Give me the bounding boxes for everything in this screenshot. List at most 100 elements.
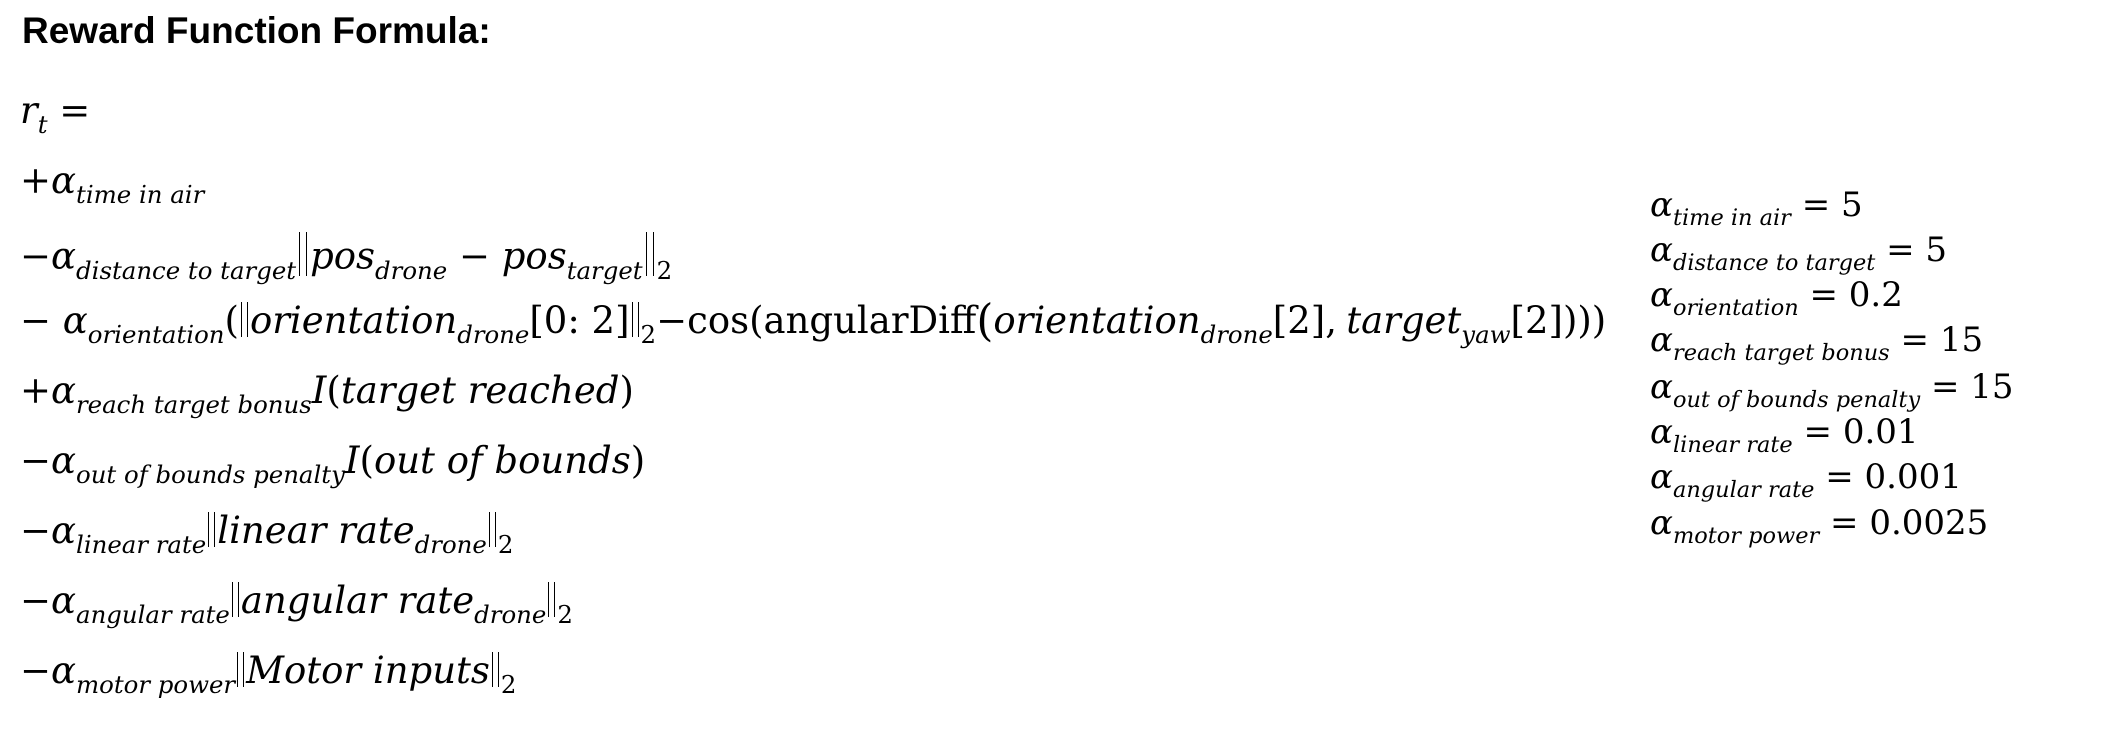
parameter-distance-to-target: αdistance to target = 5 (1650, 230, 1948, 275)
norm-bar-open (208, 512, 216, 548)
parameter-subscript: orientation (1672, 295, 1799, 322)
equals-sign: = (1825, 457, 1854, 497)
indicator-function: I (344, 439, 360, 482)
term-sign: + (20, 369, 52, 412)
index-term: [2] (1510, 299, 1563, 342)
norm-bar-open (237, 652, 245, 688)
indicator-function: I (311, 369, 327, 412)
parameter-value: 0.2 (1848, 275, 1903, 315)
formula-line-out-of-bounds: −αout of bounds penaltyI(out of bounds) (20, 439, 645, 487)
cos-function: cos (687, 299, 750, 342)
norm-bar-open (299, 232, 308, 277)
norm-bar-open (240, 302, 248, 338)
parameter-subscript: reach target bonus (1672, 340, 1890, 367)
equals-sign: = (1930, 367, 1960, 407)
formula-line-reach-target: +αreach target bonusI(target reached) (20, 369, 634, 417)
equals-sign: = (1900, 320, 1930, 360)
linear-rate-term: linear rate (217, 509, 415, 552)
equals-sign: = (1809, 275, 1838, 315)
close-parens: ))) (1562, 299, 1607, 342)
alpha-subscript: angular rate (76, 600, 230, 630)
norm-subscript: 2 (500, 670, 517, 700)
angular-diff-function: angularDiff (763, 299, 977, 342)
norm-subscript: 2 (656, 255, 673, 285)
equals-sign: = (1803, 412, 1833, 452)
parameter-list: αtime in air = 5 αdistance to target = 5… (1650, 0, 2090, 736)
alpha-subscript: distance to target (76, 255, 297, 285)
norm-bar-close (491, 652, 499, 688)
formula-line-orientation: − αorientation(orientationdrone[0: 2] 2−c… (20, 299, 1607, 347)
parameter-value: 0.001 (1864, 457, 1962, 497)
alpha-subscript: orientation (87, 320, 225, 350)
parameter-subscript: linear rate (1672, 432, 1793, 459)
angular-rate-term: angular rate (240, 579, 475, 622)
alpha-symbol: α (51, 649, 77, 692)
alpha-symbol: α (51, 234, 77, 278)
equals-sign: = (1886, 230, 1915, 270)
index-term: [2], (1272, 299, 1337, 342)
open-paren-large: ( (976, 295, 994, 347)
indicator-argument: out of bounds (373, 439, 631, 482)
norm-bar-close (631, 302, 639, 338)
alpha-symbol: α (51, 159, 77, 202)
formula-line-angular-rate: −αangular rate angular ratedrone 2 (20, 579, 573, 627)
alpha-subscript: out of bounds penalty (76, 460, 345, 490)
term-sign: − (20, 649, 52, 692)
norm-subscript: 2 (640, 320, 657, 350)
parameter-linear-rate: αlinear rate = 0.01 (1650, 412, 1919, 457)
alpha-subscript: motor power (76, 670, 236, 700)
alpha-symbol: α (51, 439, 77, 482)
alpha-subscript: reach target bonus (76, 390, 312, 420)
alpha-symbol: α (1650, 367, 1673, 407)
parameter-value: 0.01 (1842, 412, 1919, 452)
orientation-subscript: drone (457, 320, 530, 350)
parameter-motor-power: αmotor power = 0.0025 (1650, 503, 1988, 548)
parameter-orientation: αorientation = 0.2 (1650, 275, 1903, 320)
formula-line-linear-rate: −αlinear rate linear ratedrone 2 (20, 509, 513, 557)
norm-bar-close (645, 232, 654, 277)
parameter-time-in-air: αtime in air = 5 (1650, 185, 1863, 230)
term-sign: − (20, 439, 52, 482)
term-sign: + (20, 159, 52, 202)
equals-sign: = (1801, 185, 1831, 225)
equals-sign: = (1830, 503, 1859, 543)
alpha-subscript: time in air (76, 180, 205, 210)
parameter-angular-rate: αangular rate = 0.001 (1650, 457, 1962, 502)
alpha-symbol: α (1650, 320, 1673, 360)
parameter-value: 5 (1841, 185, 1863, 225)
linear-rate-subscript: drone (414, 530, 487, 560)
alpha-symbol: α (1650, 185, 1673, 225)
alpha-symbol: α (1650, 412, 1673, 452)
parameter-reach-target-bonus: αreach target bonus = 15 (1650, 320, 1983, 365)
parameter-subscript: angular rate (1672, 477, 1815, 504)
equals-sign: = (59, 89, 91, 132)
parameter-value: 5 (1925, 230, 1948, 270)
term-sign: − (20, 509, 52, 552)
term-sign: − (20, 579, 52, 622)
formula-line-time-in-air: +αtime in air (20, 159, 204, 207)
parameter-subscript: motor power (1672, 523, 1820, 550)
angular-rate-subscript: drone (474, 600, 547, 630)
alpha-symbol: α (1650, 457, 1673, 497)
reward-symbol: r (20, 89, 38, 132)
pos-subscript-target: target (566, 255, 643, 285)
alpha-symbol: α (62, 299, 88, 342)
term-sign: − (20, 299, 52, 342)
slice-index: [0: 2] (529, 299, 630, 342)
alpha-symbol: α (51, 579, 77, 622)
norm-bar-close (548, 582, 556, 618)
orientation-term: orientation (249, 299, 458, 342)
formula-line-motor-power: −αmotor power Motor inputs 2 (20, 649, 516, 697)
pos-term: pos (501, 234, 567, 278)
reward-subscript: t (37, 110, 48, 140)
norm-bar-close (488, 512, 496, 548)
motor-inputs-term: Motor inputs (246, 649, 490, 692)
pos-subscript-drone: drone (375, 255, 448, 285)
alpha-symbol: α (51, 369, 77, 412)
open-paren: ( (359, 439, 374, 482)
minus-sign: − (458, 234, 490, 278)
open-paren: ( (749, 299, 764, 342)
open-paren: ( (224, 299, 239, 342)
parameter-subscript: distance to target (1672, 250, 1876, 277)
formula-line-reward: rt = (20, 89, 91, 137)
